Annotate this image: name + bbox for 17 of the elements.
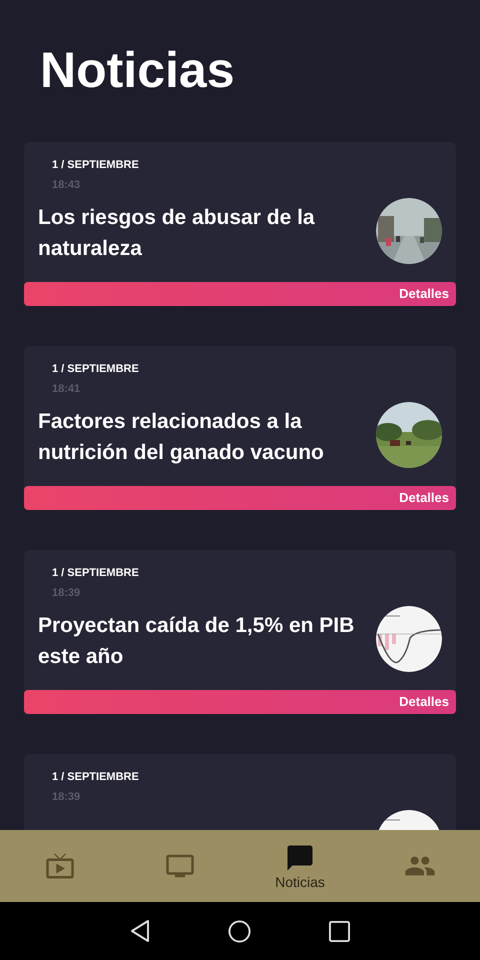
page-title: Noticias	[40, 41, 235, 100]
details-button[interactable]: Detalles	[24, 282, 456, 306]
chat-icon	[285, 843, 315, 873]
details-button[interactable]: Detalles	[24, 690, 456, 714]
back-icon[interactable]	[130, 920, 150, 942]
home-icon[interactable]	[228, 920, 251, 942]
tv-play-icon	[45, 851, 75, 881]
news-date: 1 / SEPTIEMBRE	[52, 158, 139, 172]
nav-tab[interactable]: Noticias	[240, 830, 360, 902]
recent-apps-icon[interactable]	[329, 920, 350, 942]
details-button[interactable]: Detalles	[24, 486, 456, 510]
news-title: Proyectan caída de 1,5% en PIB este año	[38, 613, 356, 670]
news-title: Factores relacionados a la nutrición del ganado vacuno	[38, 409, 325, 466]
news-date: 1 / SEPTIEMBRE	[52, 362, 139, 376]
news-date: 1 / SEPTIEMBRE	[52, 770, 139, 784]
news-date: 1 / SEPTIEMBRE	[52, 566, 139, 580]
news-title: Los riesgos de abusar de la naturaleza	[38, 205, 316, 262]
